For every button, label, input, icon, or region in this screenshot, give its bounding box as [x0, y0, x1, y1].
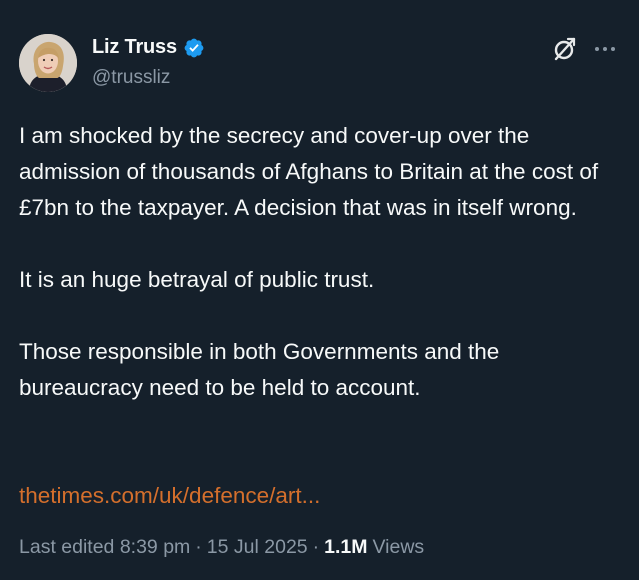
meta-separator: ·: [195, 536, 202, 558]
more-options-icon[interactable]: [592, 36, 618, 62]
date-link[interactable]: 15 Jul 2025: [207, 536, 308, 559]
tweet-paragraph: I am shocked by the secrecy and cover-up…: [19, 123, 599, 220]
tweet-body: I am shocked by the secrecy and cover-up…: [19, 118, 629, 406]
grok-icon[interactable]: [552, 36, 578, 62]
views-count: 1.1M: [324, 536, 368, 558]
verified-badge-icon[interactable]: [183, 37, 205, 59]
meta-separator: ·: [312, 536, 320, 558]
views-label: Views: [372, 536, 425, 558]
author-handle[interactable]: @trussliz: [92, 67, 170, 89]
tweet-paragraph: It is an huge betrayal of public trust.: [19, 267, 375, 292]
display-name[interactable]: Liz Truss: [92, 36, 177, 59]
avatar[interactable]: [19, 34, 77, 92]
edited-timestamp-link[interactable]: Last edited 8:39 pm: [19, 536, 190, 559]
author-name-row: Liz Truss: [92, 36, 205, 59]
avatar-image: [19, 34, 77, 92]
tweet-paragraph: Those responsible in both Governments an…: [19, 339, 500, 400]
tweet: Liz Truss @trussliz I am shocked by the …: [0, 0, 639, 580]
tweet-meta: Last edited 8:39 pm · 15 Jul 2025 · 1.1M…: [19, 536, 424, 559]
article-link[interactable]: thetimes.com/uk/defence/art...: [19, 478, 320, 514]
